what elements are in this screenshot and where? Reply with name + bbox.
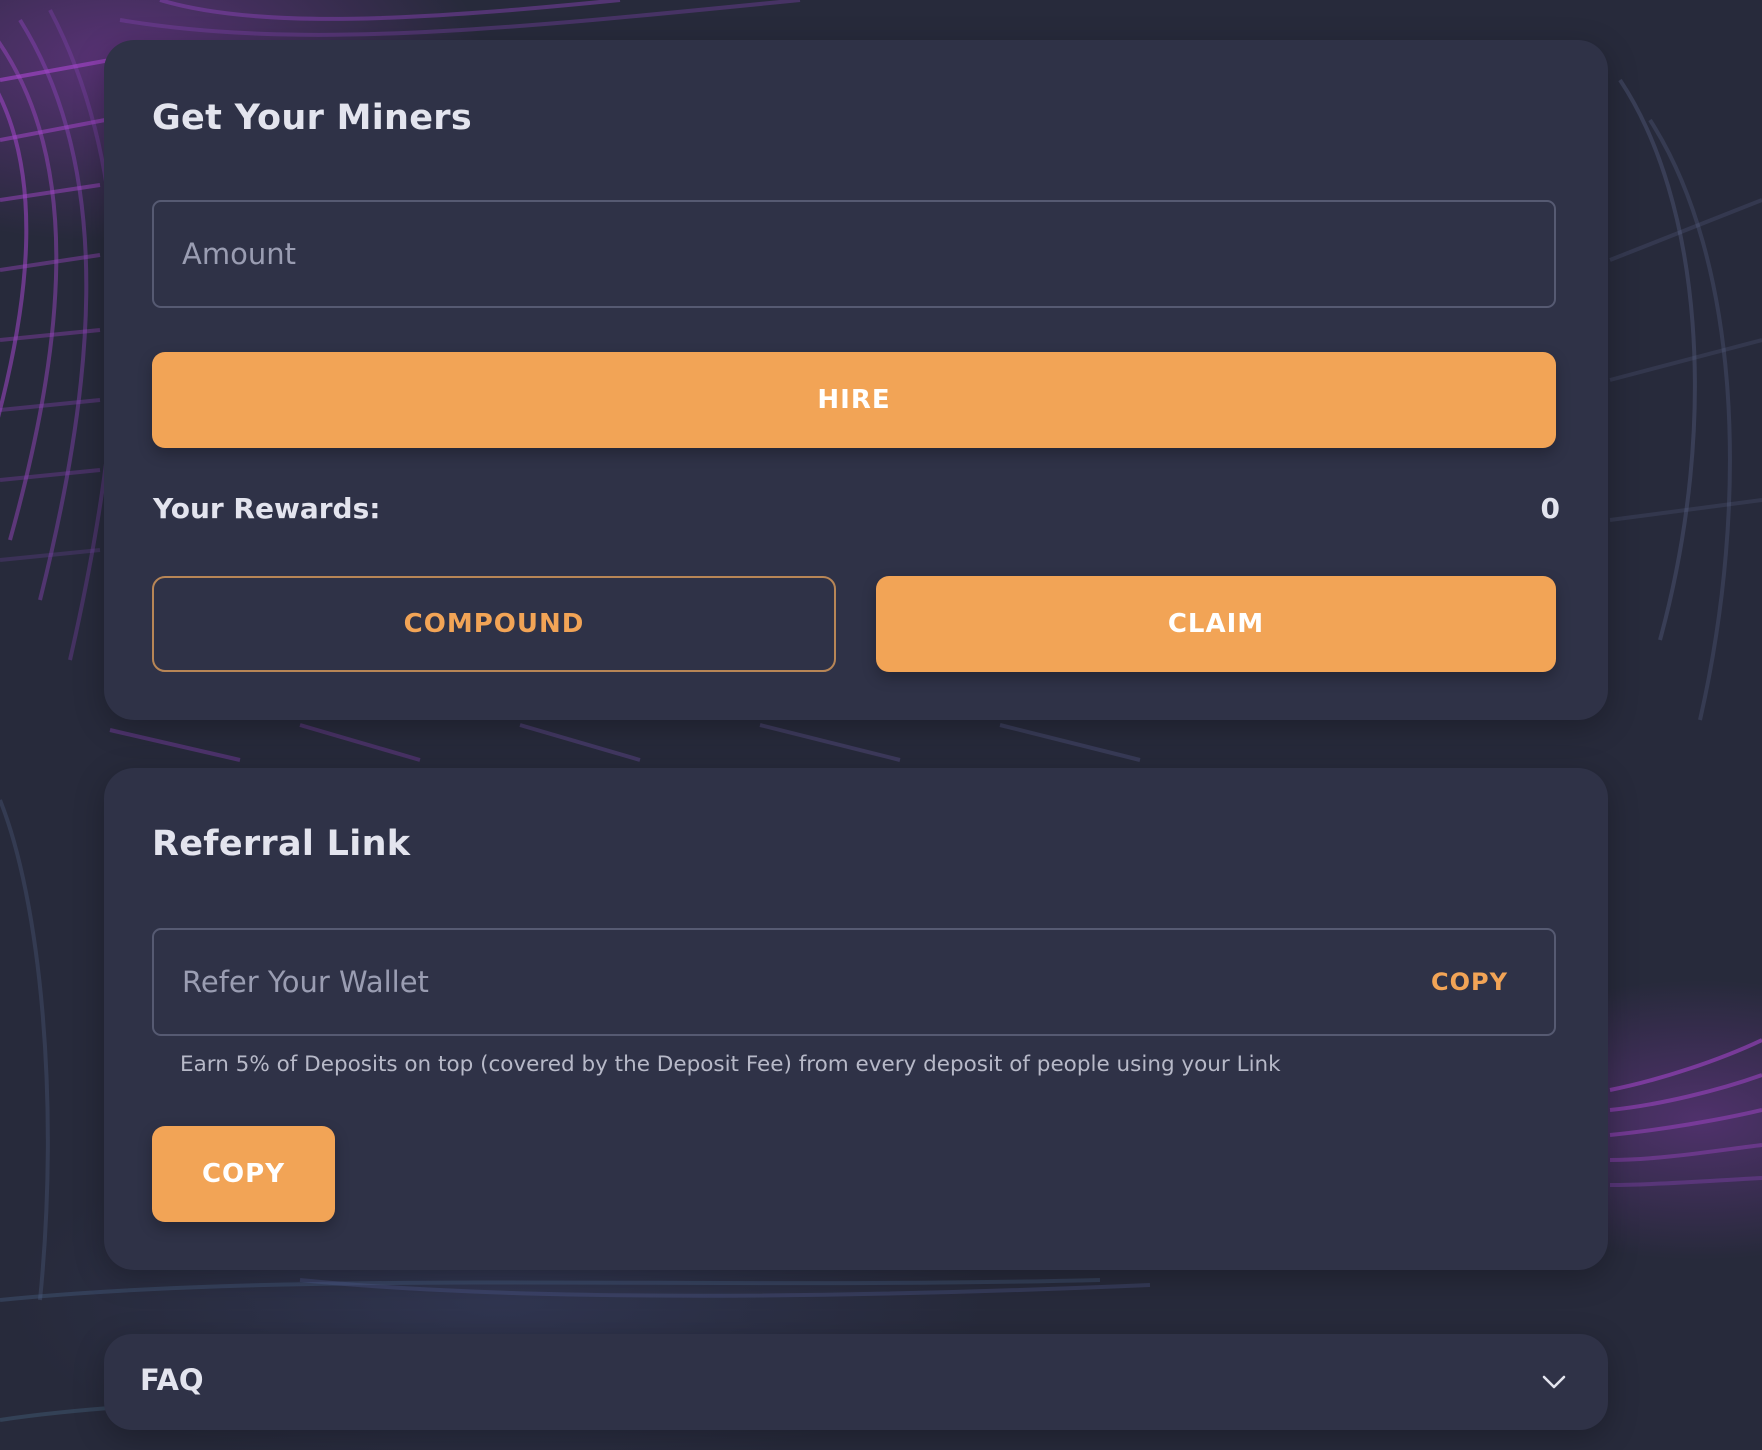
- referral-card: Referral Link COPY Earn 5% of Deposits o…: [104, 768, 1608, 1270]
- referral-card-title: Referral Link: [152, 824, 411, 864]
- faq-label: FAQ: [140, 1363, 204, 1397]
- hire-button[interactable]: HIRE: [152, 352, 1556, 448]
- page: Get Your Miners HIRE Your Rewards: 0 COM…: [0, 0, 1762, 1450]
- referral-link-input[interactable]: [154, 930, 1554, 1034]
- claim-button[interactable]: CLAIM: [876, 576, 1556, 672]
- referral-hint-text: Earn 5% of Deposits on top (covered by t…: [180, 1052, 1281, 1077]
- amount-input[interactable]: [154, 202, 1554, 306]
- compound-button[interactable]: COMPOUND: [152, 576, 836, 672]
- copy-referral-button[interactable]: COPY: [152, 1126, 335, 1222]
- amount-field[interactable]: [152, 200, 1556, 308]
- rewards-label: Your Rewards:: [153, 492, 381, 525]
- miners-card: Get Your Miners HIRE Your Rewards: 0 COM…: [104, 40, 1608, 720]
- referral-link-field[interactable]: COPY: [152, 928, 1556, 1036]
- miners-card-title: Get Your Miners: [152, 98, 472, 138]
- chevron-down-icon[interactable]: [1540, 1368, 1568, 1396]
- inline-copy-button[interactable]: COPY: [1425, 960, 1514, 1004]
- faq-accordion[interactable]: FAQ: [104, 1334, 1608, 1430]
- rewards-value: 0: [1540, 492, 1560, 525]
